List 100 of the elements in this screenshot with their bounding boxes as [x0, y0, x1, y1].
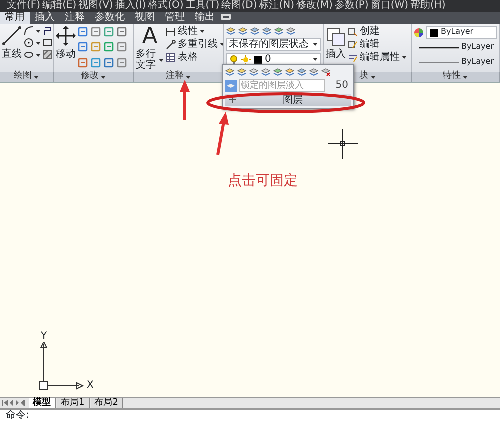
- menu-item[interactable]: 插入(I): [114, 0, 148, 12]
- insert-block-icon[interactable]: [326, 26, 346, 46]
- tool-label[interactable]: 创建: [360, 26, 380, 37]
- caret-icon[interactable]: [402, 55, 407, 60]
- caret-icon[interactable]: [463, 74, 468, 80]
- ribbon-tab[interactable]: 输出: [190, 12, 220, 24]
- panel-title[interactable]: 注释: [166, 72, 184, 82]
- layer-state-dropdown[interactable]: 未保存的图层状态: [226, 38, 321, 51]
- pin-icon[interactable]: [227, 95, 237, 105]
- color-wheel-icon[interactable]: [414, 28, 424, 38]
- layout-tab[interactable]: 布局1: [57, 398, 90, 408]
- menu-item[interactable]: 工具(T): [184, 0, 221, 12]
- panel-title[interactable]: 绘图: [14, 72, 32, 82]
- property-dropdown[interactable]: ByLayer: [426, 26, 497, 39]
- layer-stack-icon[interactable]: [309, 67, 319, 77]
- layer-stack-icon[interactable]: [249, 67, 259, 77]
- move-button[interactable]: 移动: [56, 47, 76, 62]
- caret-icon[interactable]: [36, 28, 41, 34]
- tool-icon[interactable]: [117, 42, 127, 52]
- tool-icon[interactable]: [117, 58, 127, 68]
- caret-icon[interactable]: [34, 74, 39, 80]
- tool-icon[interactable]: [104, 58, 114, 68]
- menu-item[interactable]: 修改(M): [296, 0, 334, 12]
- tool-label[interactable]: 编辑属性: [360, 52, 400, 63]
- edit-block-icon[interactable]: [348, 40, 358, 50]
- ribbon-tab[interactable]: 常用: [0, 12, 30, 24]
- panel-title[interactable]: 特性: [443, 72, 461, 82]
- menu-item[interactable]: 绘图(D): [220, 0, 258, 12]
- move-arrows-icon[interactable]: [56, 26, 76, 46]
- tool-label[interactable]: 表格: [178, 52, 198, 63]
- polyline-icon[interactable]: [43, 26, 53, 36]
- hatch-icon[interactable]: [43, 50, 53, 60]
- layer-stack-icon[interactable]: [261, 67, 271, 77]
- menu-item[interactable]: 视图(V): [78, 0, 114, 12]
- menu-item[interactable]: 编辑(E): [42, 0, 78, 12]
- create-block-icon[interactable]: [348, 26, 358, 36]
- caret-icon[interactable]: [313, 42, 318, 47]
- ribbon-tab[interactable]: 插入: [30, 12, 60, 24]
- table-icon[interactable]: [166, 52, 176, 62]
- layer-stack-icon[interactable]: [225, 67, 235, 77]
- tool-icon[interactable]: [117, 27, 127, 37]
- ribbon-tab[interactable]: 参数化: [90, 12, 130, 24]
- caret-icon[interactable]: [36, 52, 41, 58]
- tool-icon[interactable]: [104, 42, 114, 52]
- tool-label[interactable]: 编辑: [360, 39, 380, 50]
- menu-item[interactable]: 帮助(H): [410, 0, 447, 12]
- ribbon-tab[interactable]: 注释: [60, 12, 90, 24]
- arc-icon[interactable]: [24, 26, 34, 36]
- tool-icon[interactable]: [104, 27, 114, 37]
- leader-icon[interactable]: [166, 40, 176, 50]
- caret-icon[interactable]: [370, 74, 376, 80]
- layout-tab[interactable]: 布局2: [90, 398, 124, 408]
- callout-text: 点击可固定: [228, 174, 298, 190]
- edit-attribute-icon[interactable]: [348, 52, 358, 62]
- layer-stack-icon[interactable]: [286, 26, 296, 36]
- property-dropdown[interactable]: ByLayer: [416, 56, 497, 69]
- multiline-text-button[interactable]: 多行文字: [136, 49, 157, 71]
- caret-icon[interactable]: [200, 29, 205, 34]
- layer-stack-icon[interactable]: [262, 26, 272, 36]
- caret-icon[interactable]: [101, 74, 106, 80]
- line-button[interactable]: 直线: [2, 47, 22, 62]
- menu-item[interactable]: 参数(P): [334, 0, 370, 12]
- insert-button[interactable]: 插入: [326, 47, 346, 62]
- tool-icon[interactable]: [78, 58, 88, 68]
- layer-delete-icon[interactable]: [321, 67, 331, 77]
- tool-label[interactable]: 多重引线: [178, 39, 218, 50]
- layer-stack-icon[interactable]: [226, 26, 236, 36]
- tool-icon[interactable]: [91, 58, 101, 68]
- line-icon[interactable]: [2, 26, 22, 46]
- tool-label[interactable]: 线性: [178, 26, 198, 37]
- caret-icon[interactable]: [313, 57, 318, 62]
- layer-stack-icon[interactable]: [274, 26, 284, 36]
- ellipse-icon[interactable]: [24, 50, 34, 60]
- ribbon-tab[interactable]: 管理: [160, 12, 190, 24]
- rectangle-icon[interactable]: [43, 38, 53, 48]
- dimension-icon[interactable]: [166, 26, 176, 36]
- color-swatch-icon[interactable]: [253, 54, 263, 64]
- caret-icon[interactable]: [159, 58, 164, 62]
- panel-title[interactable]: 块: [360, 72, 368, 82]
- color-swatch-icon[interactable]: [429, 28, 439, 38]
- panel-title[interactable]: 修改: [81, 72, 99, 82]
- layer-stack-icon[interactable]: [273, 67, 283, 77]
- tool-icon[interactable]: [91, 27, 101, 37]
- text-glyph-icon[interactable]: A: [142, 26, 158, 48]
- bulb-icon[interactable]: [229, 54, 239, 64]
- ribbon-tab[interactable]: 视图: [130, 12, 160, 24]
- menu-item[interactable]: 格式(O): [147, 0, 185, 12]
- circle-icon[interactable]: [24, 38, 34, 48]
- layer-stack-icon[interactable]: [250, 26, 260, 36]
- minimize-ribbon-icon[interactable]: [220, 12, 232, 22]
- layout-tab[interactable]: 模型: [29, 398, 56, 408]
- tool-icon[interactable]: [78, 27, 88, 37]
- layer-stack-icon[interactable]: [237, 67, 247, 77]
- caret-icon[interactable]: [36, 40, 41, 46]
- property-dropdown[interactable]: ByLayer: [416, 41, 497, 54]
- tool-icon[interactable]: [78, 42, 88, 52]
- tab-navigation-icon[interactable]: [0, 398, 28, 408]
- layer-stack-icon[interactable]: [238, 26, 248, 36]
- layer-stack-icon[interactable]: [285, 67, 295, 77]
- layer-stack-icon[interactable]: [297, 67, 307, 77]
